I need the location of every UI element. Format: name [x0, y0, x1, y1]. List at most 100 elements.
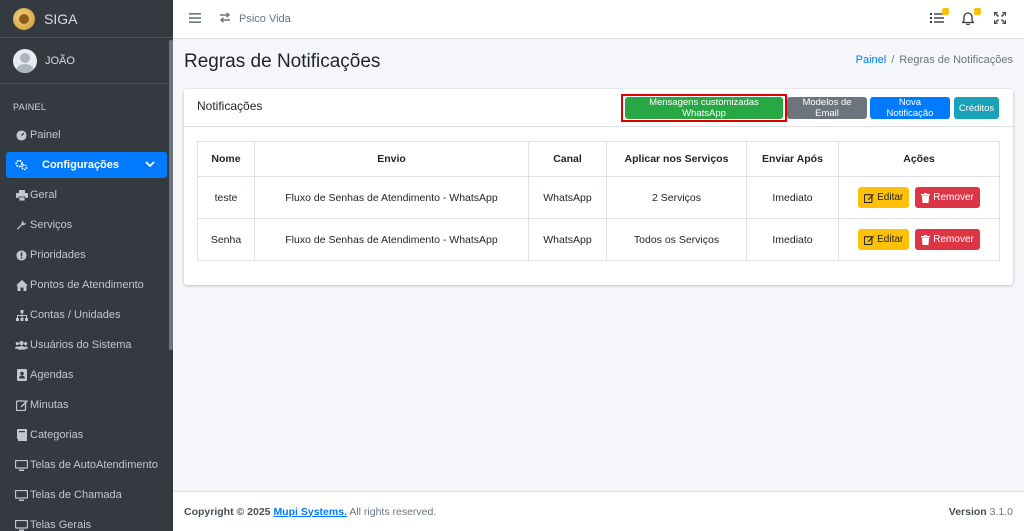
cell-acoes: Editar Remover: [838, 218, 1000, 261]
address-book-icon: [15, 369, 28, 382]
edit-button[interactable]: Editar: [858, 187, 910, 208]
sidebar-item-label: Usuários do Sistema: [30, 339, 132, 351]
exchange-icon[interactable]: [219, 12, 231, 26]
brand-name: SIGA: [44, 10, 78, 27]
sidebar-item-servicos[interactable]: Serviços: [0, 210, 173, 240]
sidebar-item-geral[interactable]: Geral: [0, 180, 173, 210]
remove-button[interactable]: Remover: [915, 187, 980, 208]
edit-button-label: Editar: [877, 192, 904, 203]
sidebar-item-label: Telas de Chamada: [30, 489, 122, 501]
sidebar-item-label: Minutas: [30, 399, 69, 411]
remove-button-label: Remover: [933, 234, 974, 245]
trash-icon: [921, 234, 931, 245]
book-icon: [15, 429, 28, 442]
footer-company-link[interactable]: Mupi Systems.: [273, 506, 347, 518]
footer-version: 3.1.0: [989, 505, 1013, 518]
monitor-icon: [15, 459, 28, 472]
breadcrumb-home-link[interactable]: Painel: [856, 54, 887, 66]
sidebar-item-label: Prioridades: [30, 249, 86, 261]
breadcrumb-current: Regras de Notificações: [899, 54, 1013, 66]
status-badge: [974, 8, 981, 15]
sidebar-item-label: Pontos de Atendimento: [30, 279, 144, 291]
sidebar-item-label: Configurações: [42, 159, 120, 171]
column-header-envio: Envio: [254, 141, 529, 177]
breadcrumb: Painel / Regras de Notificações: [856, 54, 1013, 66]
sidebar-item-usuarios-do-sistema[interactable]: Usuários do Sistema: [0, 330, 173, 360]
cell-canal: WhatsApp: [528, 218, 607, 261]
cell-canal: WhatsApp: [528, 176, 607, 219]
column-header-nome: Nome: [197, 141, 255, 177]
cell-enviar-apos: Imediato: [746, 218, 839, 261]
user-panel[interactable]: JOÃO: [0, 38, 173, 84]
sidebar-item-telas-gerais[interactable]: Telas Gerais: [0, 510, 173, 531]
brand[interactable]: SIGA: [0, 0, 173, 38]
fullscreen-icon[interactable]: [994, 12, 1008, 26]
sidebar-item-painel[interactable]: Painel: [0, 120, 173, 150]
column-header-servicos: Aplicar nos Serviços: [606, 141, 747, 177]
custom-whatsapp-messages-button[interactable]: Mensagens customizadas WhatsApp: [625, 97, 783, 119]
brand-logo-icon: [13, 7, 35, 30]
table-header-row: Nome Envio Canal Aplicar nos Serviços En…: [197, 141, 1000, 177]
page-title: Regras de Notificações: [184, 51, 381, 72]
cell-servicos: Todos os Serviços: [606, 218, 747, 261]
bell-icon[interactable]: [962, 8, 981, 26]
sidebar-item-label: Painel: [30, 129, 61, 141]
card-header: Notificações Mensagens customizadas What…: [184, 89, 1013, 127]
dashboard-icon: [15, 129, 28, 142]
email-templates-button[interactable]: Modelos de Email: [787, 97, 867, 119]
edit-button[interactable]: Editar: [858, 229, 910, 250]
menu-toggle-icon[interactable]: [189, 12, 201, 26]
monitor-icon: [15, 519, 28, 531]
sidebar-item-pontos-de-atendimento[interactable]: Pontos de Atendimento: [0, 270, 173, 300]
footer-version-label: Version: [948, 505, 987, 518]
sidebar-item-telas-de-autoatendimento[interactable]: Telas de AutoAtendimento: [0, 450, 173, 480]
task-list-icon[interactable]: [930, 8, 949, 26]
chevron-down-icon: [145, 159, 155, 171]
new-notification-button[interactable]: Nova Notificação: [870, 97, 950, 119]
users-icon: [15, 339, 28, 352]
footer-rights: All rights reserved.: [349, 505, 437, 518]
edit-icon: [864, 235, 875, 245]
table-row: Senha Fluxo de Senhas de Atendimento - W…: [197, 218, 1000, 261]
remove-button-label: Remover: [933, 192, 974, 203]
topbar: Psico Vida: [173, 0, 1024, 39]
column-header-acoes: Ações: [838, 141, 1000, 177]
sidebar-item-label: Telas de AutoAtendimento: [30, 459, 158, 471]
sidebar: SIGA JOÃO PAINEL Painel Configurações Ge…: [0, 0, 173, 531]
sidebar-item-agendas[interactable]: Agendas: [0, 360, 173, 390]
column-header-canal: Canal: [528, 141, 607, 177]
sidebar-item-categorias[interactable]: Categorias: [0, 420, 173, 450]
sitemap-icon: [15, 309, 28, 322]
avatar: [13, 48, 37, 73]
cell-envio: Fluxo de Senhas de Atendimento - WhatsAp…: [254, 176, 529, 219]
status-badge: [942, 8, 949, 15]
notifications-card: Notificações Mensagens customizadas What…: [184, 89, 1013, 285]
table-row: teste Fluxo de Senhas de Atendimento - W…: [197, 176, 1000, 219]
column-header-enviar-apos: Enviar Após: [746, 141, 839, 177]
edit-icon: [864, 193, 875, 203]
footer-copyright: Copyright © 2025: [184, 505, 271, 518]
sidebar-item-contas-unidades[interactable]: Contas / Unidades: [0, 300, 173, 330]
edit-icon: [15, 399, 28, 412]
remove-button[interactable]: Remover: [915, 229, 980, 250]
user-name: JOÃO: [45, 54, 75, 67]
monitor-icon: [15, 489, 28, 502]
sidebar-item-label: Agendas: [30, 369, 74, 381]
sidebar-item-minutas[interactable]: Minutas: [0, 390, 173, 420]
cell-servicos: 2 Serviços: [606, 176, 747, 219]
sidebar-item-prioridades[interactable]: Prioridades: [0, 240, 173, 270]
sidebar-item-telas-de-chamada[interactable]: Telas de Chamada: [0, 480, 173, 510]
card-title: Notificações: [197, 99, 263, 113]
wrench-icon: [15, 219, 28, 232]
sidebar-scrollbar[interactable]: [169, 40, 173, 350]
cell-enviar-apos: Imediato: [746, 176, 839, 219]
sidebar-item-configuracoes[interactable]: Configurações: [6, 152, 167, 178]
footer: Copyright © 2025 Mupi Systems. All right…: [173, 491, 1024, 531]
sidebar-item-label: Categorias: [30, 429, 84, 441]
edit-button-label: Editar: [877, 234, 904, 245]
printer-icon: [15, 189, 28, 202]
credits-button[interactable]: Créditos: [954, 97, 999, 119]
context-name[interactable]: Psico Vida: [239, 13, 291, 25]
sidebar-item-label: Contas / Unidades: [30, 309, 121, 321]
trash-icon: [921, 192, 931, 203]
